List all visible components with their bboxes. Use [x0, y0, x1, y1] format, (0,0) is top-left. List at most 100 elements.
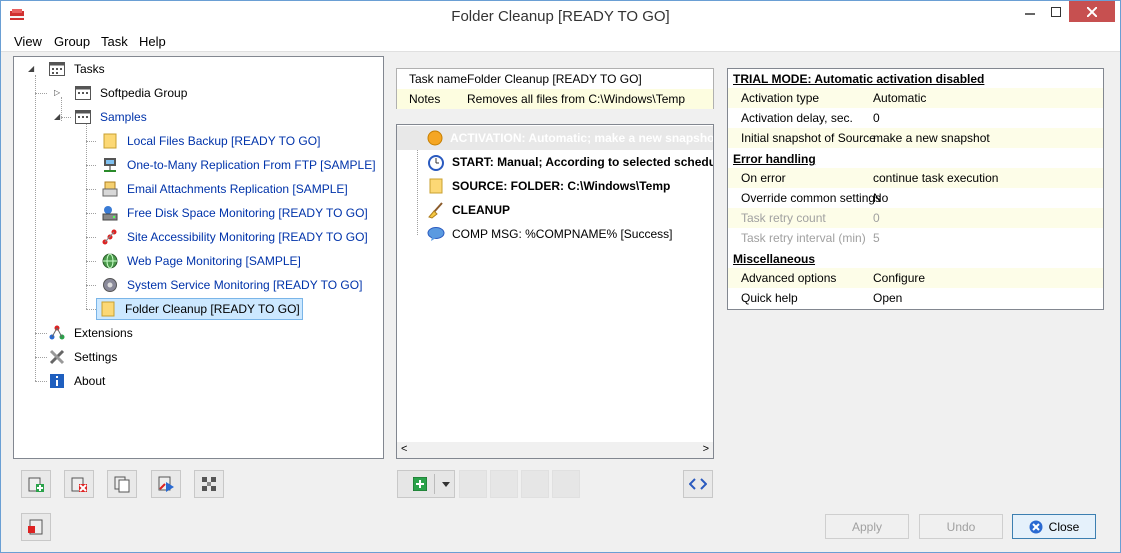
tree-item-local-files-backup[interactable]: Local Files Backup [READY TO GO] — [101, 130, 320, 152]
tools-icon — [48, 349, 66, 365]
add-step-button[interactable] — [397, 470, 455, 498]
copy-task-button[interactable] — [107, 470, 137, 498]
tree-node-samples[interactable]: Samples — [74, 106, 147, 128]
tree-label: Local Files Backup [READY TO GO] — [127, 134, 321, 148]
copy-icon — [114, 476, 130, 493]
delete-task-button[interactable] — [64, 470, 94, 498]
error-handling-header: Error handling — [733, 152, 816, 166]
delete-task-icon — [71, 477, 87, 492]
exit-icon — [28, 519, 43, 535]
tree-node-softpedia-group[interactable]: Softpedia Group — [74, 82, 187, 104]
step-label: SOURCE: FOLDER: C:\Windows\Temp — [452, 179, 671, 193]
menu-help[interactable]: Help — [139, 34, 166, 49]
prop-quick-help[interactable]: Quick help Open — [728, 288, 1103, 308]
close-window-button[interactable] — [1069, 1, 1115, 22]
tree-node-about[interactable]: About — [48, 370, 105, 392]
close-button-label: Close — [1048, 519, 1080, 534]
task-tree: ◢ ▷ ◢ Tasks Softpedia Group Samples Loca… — [13, 56, 384, 459]
run-icon — [158, 476, 174, 492]
scroll-left-icon[interactable]: < — [401, 443, 407, 455]
run-task-button[interactable] — [151, 470, 181, 498]
group-task-button[interactable] — [194, 470, 224, 498]
tree-item-ftp-replication[interactable]: One-to-Many Replication From FTP [SAMPLE… — [101, 154, 376, 176]
notes-row[interactable]: Notes Removes all files from C:\Windows\… — [397, 89, 713, 109]
step-toolbar-button-1[interactable] — [459, 470, 487, 498]
scroll-right-icon[interactable]: > — [703, 443, 709, 455]
step-toolbar-button-3[interactable] — [521, 470, 549, 498]
miscellaneous-header: Miscellaneous — [733, 252, 816, 266]
task-name-label: Task name — [409, 72, 468, 86]
prop-advanced-options[interactable]: Advanced options Configure — [728, 268, 1103, 288]
tree-item-disk-monitoring[interactable]: Free Disk Space Monitoring [READY TO GO] — [101, 202, 368, 224]
info-icon — [48, 373, 66, 389]
extensions-icon — [48, 325, 66, 341]
step-comp-msg[interactable]: COMP MSG: %COMPNAME% [Success] — [426, 222, 672, 246]
add-task-button[interactable] — [21, 470, 51, 498]
add-task-icon — [28, 477, 44, 492]
menu-task[interactable]: Task — [101, 34, 128, 49]
notes-value[interactable]: Removes all files from C:\Windows\Temp — [467, 92, 685, 106]
close-button[interactable]: Close — [1012, 514, 1096, 539]
expand-icon[interactable]: ▷ — [54, 88, 60, 97]
trial-mode-header: TRIAL MODE: Automatic activation disable… — [733, 72, 985, 86]
title-bar: Folder Cleanup [READY TO GO] — [1, 1, 1120, 31]
tree-item-site-accessibility[interactable]: Site Accessibility Monitoring [READY TO … — [101, 226, 368, 248]
prop-retry-count: Task retry count 0 — [728, 208, 1103, 228]
prop-activation-delay[interactable]: Activation delay, sec. 0 — [728, 108, 1103, 128]
undo-button[interactable]: Undo — [919, 514, 1003, 539]
tree-label: About — [74, 374, 106, 388]
tree-label: Email Attachments Replication [SAMPLE] — [127, 182, 348, 196]
step-label: CLEANUP — [452, 203, 511, 217]
tree-label: Folder Cleanup [READY TO GO] — [125, 302, 300, 316]
step-start[interactable]: START: Manual; According to selected sch… — [426, 150, 713, 174]
email-icon — [101, 181, 119, 197]
tree-item-email-replication[interactable]: Email Attachments Replication [SAMPLE] — [101, 178, 348, 200]
minimize-button[interactable] — [1017, 1, 1043, 22]
tree-node-tasks[interactable]: Tasks — [48, 58, 105, 80]
prop-activation-type[interactable]: Activation type Automatic — [728, 88, 1103, 108]
step-source[interactable]: SOURCE: FOLDER: C:\Windows\Temp — [426, 174, 670, 198]
step-toolbar-button-2[interactable] — [490, 470, 518, 498]
tree-item-web-page-monitoring[interactable]: Web Page Monitoring [SAMPLE] — [101, 250, 301, 272]
calendar-icon — [48, 61, 66, 77]
step-activation[interactable]: ACTIVATION: Automatic; make a new snapsh… — [397, 126, 713, 150]
tree-node-extensions[interactable]: Extensions — [48, 322, 133, 344]
site-icon — [101, 229, 119, 245]
prop-initial-snapshot[interactable]: Initial snapshot of Source make a new sna… — [728, 128, 1103, 148]
task-name-value[interactable]: Folder Cleanup [READY TO GO] — [467, 72, 642, 86]
tree-item-service-monitoring[interactable]: System Service Monitoring [READY TO GO] — [101, 274, 362, 296]
prop-override-settings[interactable]: Override common settings No — [728, 188, 1103, 208]
step-label: ACTIVATION: Automatic; make a new snapsh… — [450, 131, 714, 145]
tree-node-settings[interactable]: Settings — [48, 346, 117, 368]
prop-on-error[interactable]: On error continue task execution — [728, 168, 1103, 188]
folder-icon — [426, 177, 446, 195]
notes-label: Notes — [409, 92, 441, 106]
task-name-row[interactable]: Task name Folder Cleanup [READY TO GO] — [397, 69, 713, 89]
add-icon — [413, 477, 427, 491]
window-title: Folder Cleanup [READY TO GO] — [451, 8, 670, 25]
menu-view[interactable]: View — [14, 34, 42, 49]
tree-label: Web Page Monitoring [SAMPLE] — [127, 254, 301, 268]
step-cleanup[interactable]: CLEANUP — [426, 198, 510, 222]
tree-label: Softpedia Group — [100, 86, 188, 100]
step-toolbar-button-4[interactable] — [552, 470, 580, 498]
collapse-icon[interactable]: ◢ — [28, 64, 34, 73]
calendar-icon — [74, 85, 92, 101]
gear-icon — [101, 277, 119, 293]
menu-group[interactable]: Group — [54, 34, 90, 49]
expand-collapse-button[interactable] — [683, 470, 713, 498]
horizontal-scrollbar[interactable]: < > — [397, 442, 713, 458]
tree-label: Tasks — [74, 62, 105, 76]
tree-label: Samples — [100, 110, 147, 124]
apply-button[interactable]: Apply — [825, 514, 909, 539]
broom-icon — [426, 201, 446, 219]
tree-item-folder-cleanup[interactable]: Folder Cleanup [READY TO GO] — [96, 298, 303, 320]
tree-label: Extensions — [74, 326, 133, 340]
exit-button[interactable] — [21, 513, 51, 541]
maximize-button[interactable] — [1043, 1, 1069, 22]
group-icon — [202, 477, 216, 491]
collapse-icon[interactable]: ◢ — [54, 112, 60, 121]
prop-retry-interval: Task retry interval (min) 5 — [741, 231, 880, 245]
code-brackets-icon — [689, 478, 707, 490]
sun-icon — [426, 129, 444, 147]
